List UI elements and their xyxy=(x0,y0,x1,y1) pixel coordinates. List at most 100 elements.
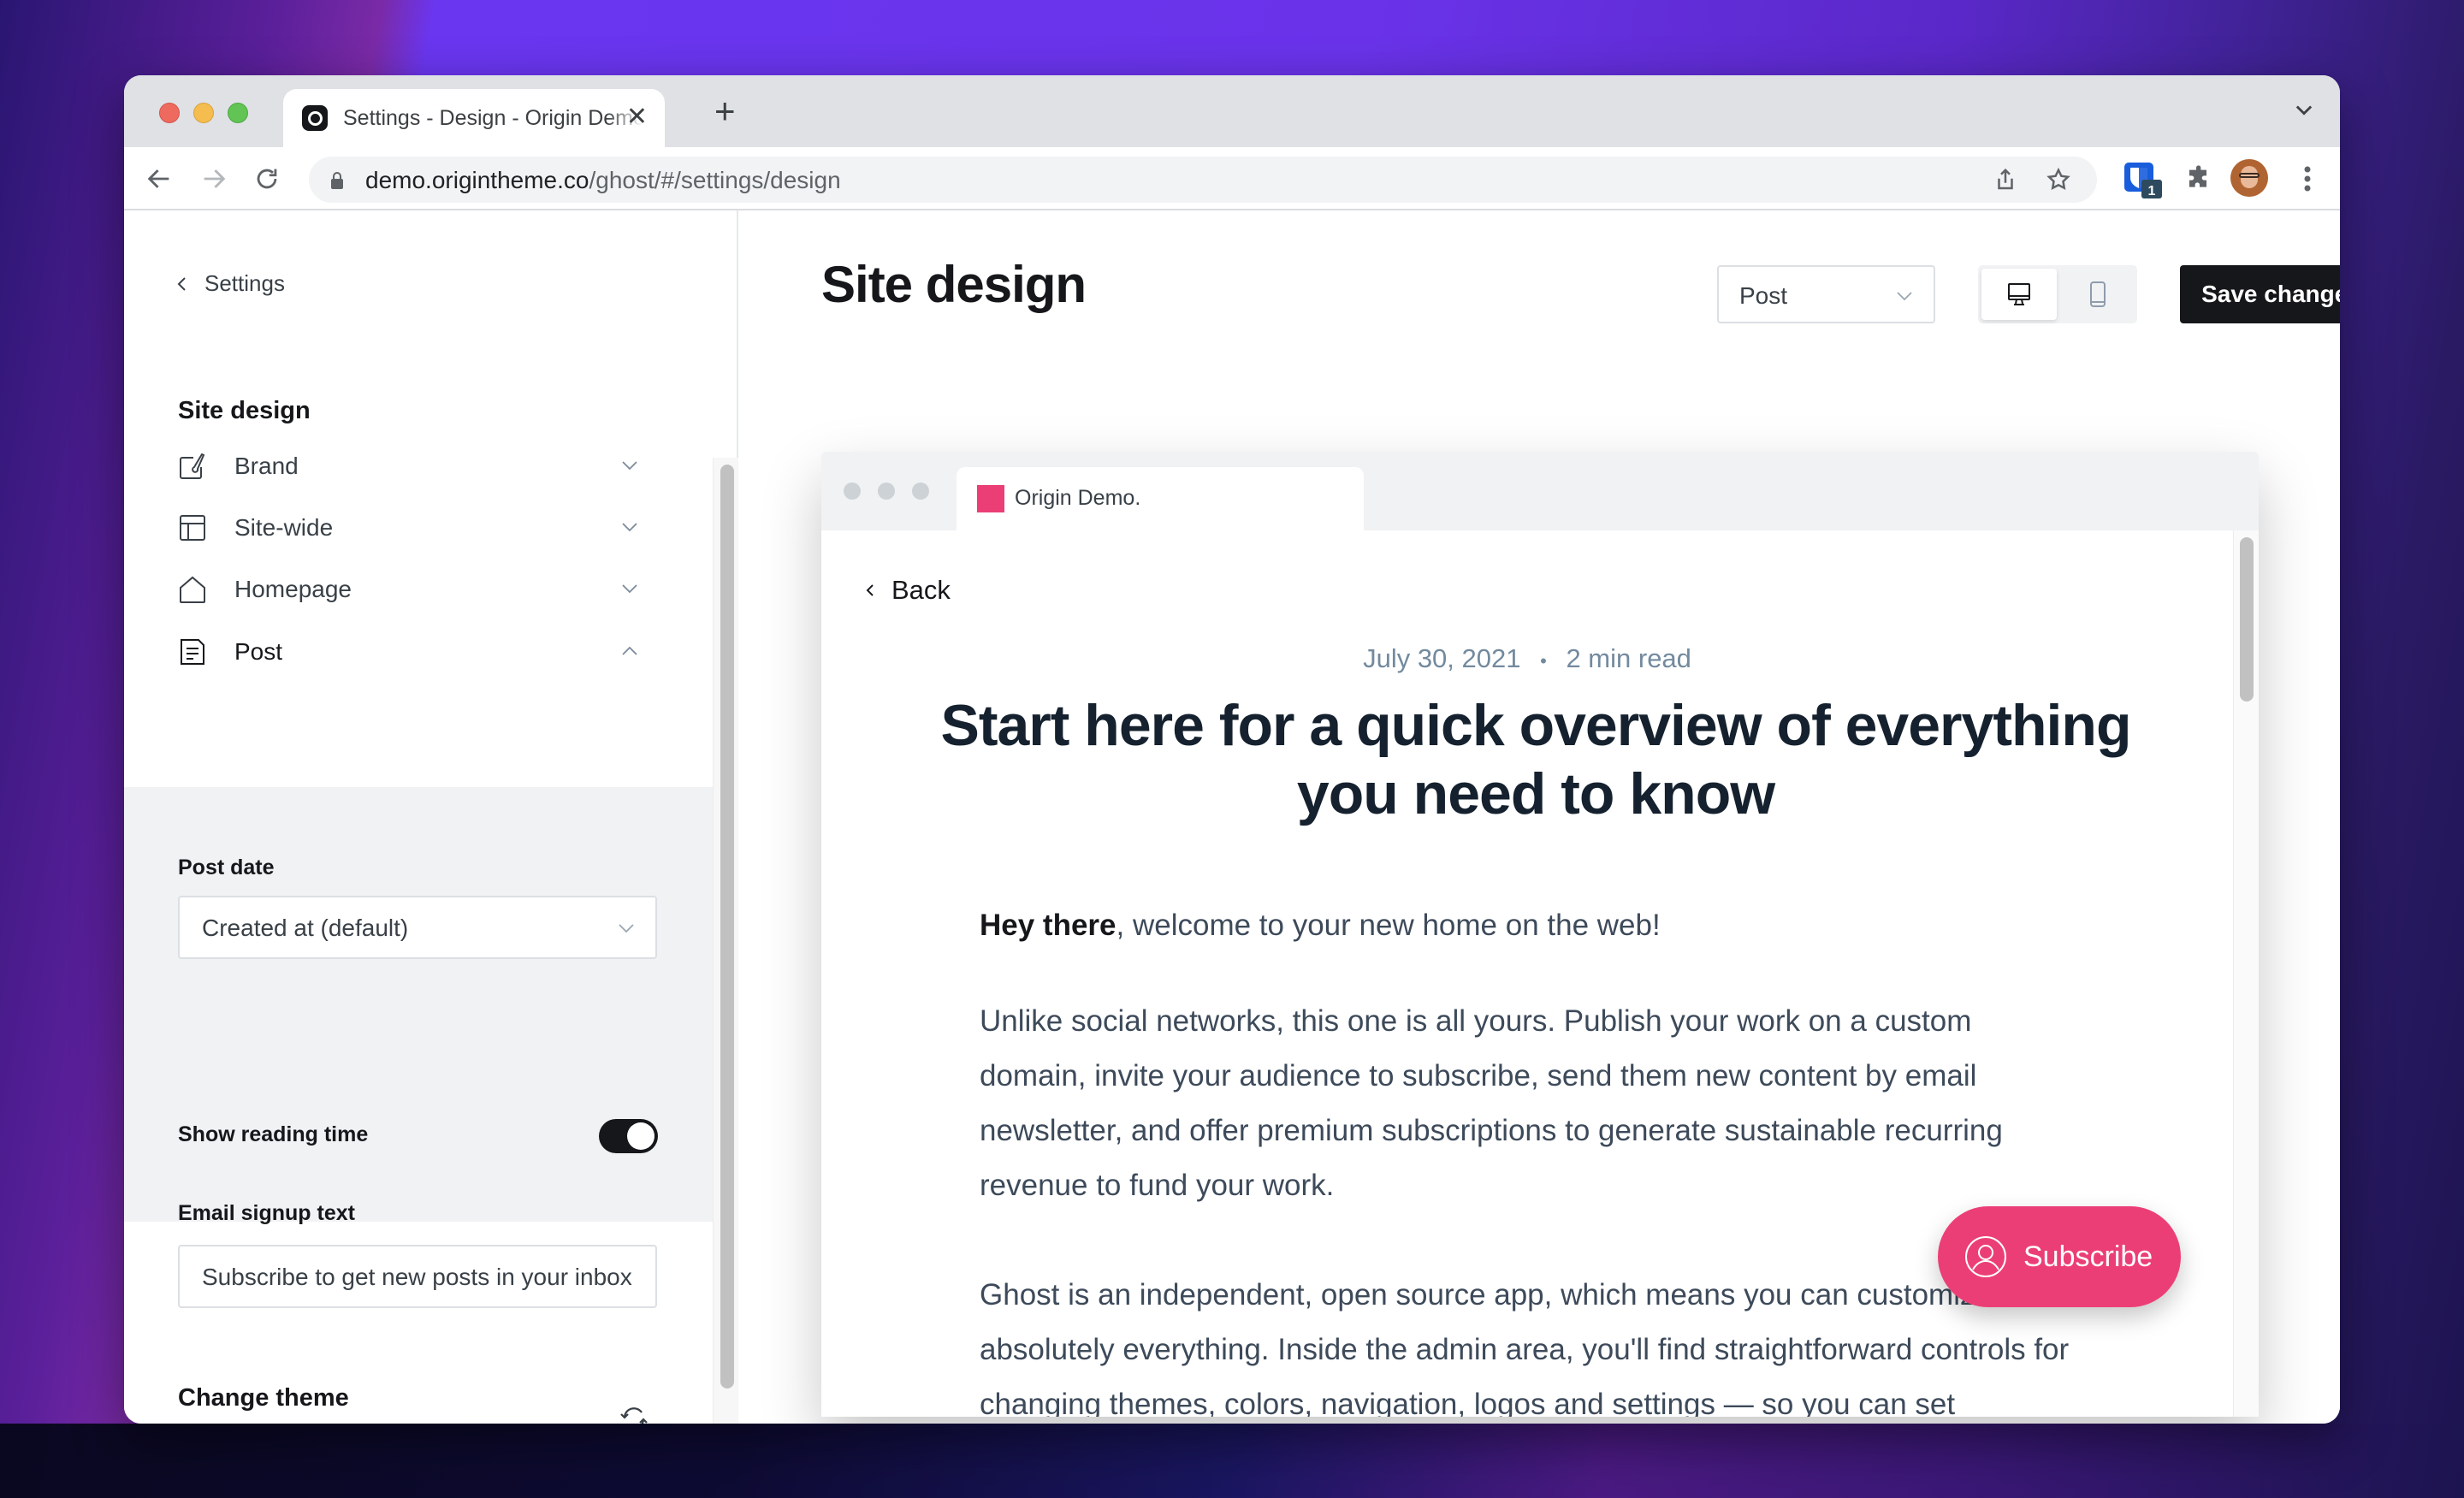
reading-time-label: Show reading time xyxy=(178,1122,369,1146)
chevron-left-icon xyxy=(177,276,186,291)
device-toggle xyxy=(1978,265,2137,323)
maximize-window-button[interactable] xyxy=(228,103,248,123)
desktop-wallpaper xyxy=(0,1424,2464,1498)
sidebar-item-label: Site-wide xyxy=(234,514,334,541)
ghost-favicon-icon xyxy=(302,105,328,131)
chevron-left-icon xyxy=(866,584,874,596)
toggle-knob xyxy=(627,1122,654,1150)
new-tab-button[interactable]: + xyxy=(714,93,736,129)
preview-back-link[interactable]: Back xyxy=(864,575,951,606)
site-preview: Origin Demo. Back July 30, 2021 • 2 min … xyxy=(821,452,2259,1417)
intro-bold: Hey there xyxy=(980,909,1116,942)
desktop-icon xyxy=(2008,283,2030,305)
browser-menu-icon[interactable] xyxy=(2302,164,2313,193)
url-text[interactable]: demo.origintheme.co/ghost/#/settings/des… xyxy=(365,167,841,194)
design-main: Site design Post Save changes xyxy=(738,210,2340,1424)
preview-scrollbar-thumb[interactable] xyxy=(2240,537,2254,702)
sidebar-scrollbar[interactable] xyxy=(713,458,738,1424)
save-changes-button[interactable]: Save changes xyxy=(2180,265,2340,323)
post-paragraph: Unlike social networks, this one is all … xyxy=(980,1004,2003,1202)
profile-avatar[interactable] xyxy=(2230,159,2268,197)
meta-separator: • xyxy=(1540,650,1547,672)
sidebar-item-label: Post xyxy=(234,638,283,665)
desktop-view-button[interactable] xyxy=(1981,269,2057,320)
email-signup-input[interactable]: Subscribe to get new posts in your inbox xyxy=(178,1245,657,1308)
reload-icon[interactable] xyxy=(252,164,281,193)
bitwarden-extension-button[interactable]: 1 xyxy=(2124,161,2162,203)
chevron-up-icon xyxy=(622,646,637,655)
sidebar-item-label: Brand xyxy=(234,453,299,479)
extensions-puzzle-icon[interactable] xyxy=(2186,164,2213,192)
post-date-label: Post date xyxy=(178,856,275,879)
post-intro: Hey there, welcome to your new home on t… xyxy=(980,898,2075,953)
bookmark-star-icon[interactable] xyxy=(2046,167,2071,192)
preview-tab: Origin Demo. xyxy=(957,467,1364,530)
change-theme-refresh-icon[interactable] xyxy=(617,1401,651,1424)
window-controls xyxy=(159,103,248,123)
preview-tab-title: Origin Demo. xyxy=(1015,486,1141,510)
preview-scrollbar[interactable] xyxy=(2233,530,2259,1417)
tab-close-icon[interactable]: ✕ xyxy=(626,104,648,130)
browser-window: Settings - Design - Origin Demo ✕ + demo… xyxy=(124,75,2340,1424)
email-signup-value: Subscribe to get new posts in your inbox xyxy=(202,1264,632,1290)
ghost-admin: Settings Site design Brand Site-wide Hom… xyxy=(124,210,2340,1424)
tab-search-chevron-icon[interactable] xyxy=(2292,98,2316,121)
post-meta: July 30, 2021 • 2 min read xyxy=(821,643,2233,674)
brush-icon xyxy=(180,453,205,479)
change-theme-title: Change theme xyxy=(178,1384,349,1412)
back-label: Back xyxy=(891,575,951,605)
browser-toolbar: demo.origintheme.co/ghost/#/settings/des… xyxy=(124,147,2340,210)
preview-window-dots xyxy=(844,483,929,500)
post-date-value: Created at (default) xyxy=(202,915,409,941)
intro-rest: , welcome to your new home on the web! xyxy=(1116,909,1661,942)
close-window-button[interactable] xyxy=(159,103,180,123)
forward-arrow-icon[interactable] xyxy=(199,164,228,193)
url-host: demo.origintheme.co xyxy=(365,167,589,193)
tab-title: Settings - Design - Origin Demo xyxy=(343,105,643,130)
sidebar-item-brand[interactable]: Brand xyxy=(178,443,640,489)
sidebar-item-label: Homepage xyxy=(234,576,352,602)
tab-bar: Settings - Design - Origin Demo ✕ + xyxy=(124,75,2340,147)
post-date-select[interactable]: Created at (default) xyxy=(178,896,657,959)
sidebar-section-title: Site design xyxy=(178,397,311,424)
reading-time: 2 min read xyxy=(1566,643,1691,673)
reading-time-toggle[interactable] xyxy=(599,1119,658,1153)
minimize-window-button[interactable] xyxy=(193,103,214,123)
preview-page-select[interactable]: Post xyxy=(1717,265,1935,323)
chevron-down-icon xyxy=(619,924,634,933)
home-icon xyxy=(180,576,205,603)
chevron-down-icon xyxy=(622,584,637,594)
avatar-glasses xyxy=(2239,173,2260,178)
preview-browser-bar: Origin Demo. xyxy=(821,452,2259,530)
subscribe-button[interactable]: Subscribe xyxy=(1938,1206,2181,1307)
lock-icon[interactable] xyxy=(329,171,345,190)
subscribe-label: Subscribe xyxy=(2023,1240,2153,1273)
back-to-settings-link[interactable]: Settings xyxy=(175,270,285,297)
layout-icon xyxy=(180,515,205,541)
user-circle-icon xyxy=(1965,1236,2006,1277)
sidebar-item-site-wide[interactable]: Site-wide xyxy=(178,505,640,551)
mobile-icon xyxy=(2090,281,2106,307)
mobile-view-button[interactable] xyxy=(2060,269,2135,320)
share-icon[interactable] xyxy=(1993,167,2018,192)
chevron-down-icon xyxy=(622,461,637,471)
address-bar[interactable]: demo.origintheme.co/ghost/#/settings/des… xyxy=(309,157,2097,203)
sidebar-item-post[interactable]: Post xyxy=(178,629,640,675)
back-arrow-icon[interactable] xyxy=(145,164,174,193)
svg-text:1: 1 xyxy=(2148,184,2156,198)
document-icon xyxy=(181,639,204,665)
url-path: /ghost/#/settings/design xyxy=(589,167,841,193)
preview-page-value: Post xyxy=(1739,282,1788,309)
sidebar-scrollbar-thumb[interactable] xyxy=(720,465,734,1388)
site-favicon-icon xyxy=(977,485,1004,512)
email-signup-label: Email signup text xyxy=(178,1201,355,1225)
post-paragraph: Ghost is an independent, open source app… xyxy=(980,1278,2070,1417)
browser-tab[interactable]: Settings - Design - Origin Demo ✕ xyxy=(283,89,665,147)
shield-icon: 1 xyxy=(2124,163,2162,198)
design-sidebar: Settings Site design Brand Site-wide Hom… xyxy=(124,210,738,1424)
post-title: Start here for a quick overview of every… xyxy=(940,693,2131,826)
sidebar-item-homepage[interactable]: Homepage xyxy=(178,566,640,613)
post-settings-panel: Post date Created at (default) Show read… xyxy=(124,787,713,1308)
chevron-down-icon xyxy=(1897,292,1912,301)
back-label: Settings xyxy=(204,270,285,296)
